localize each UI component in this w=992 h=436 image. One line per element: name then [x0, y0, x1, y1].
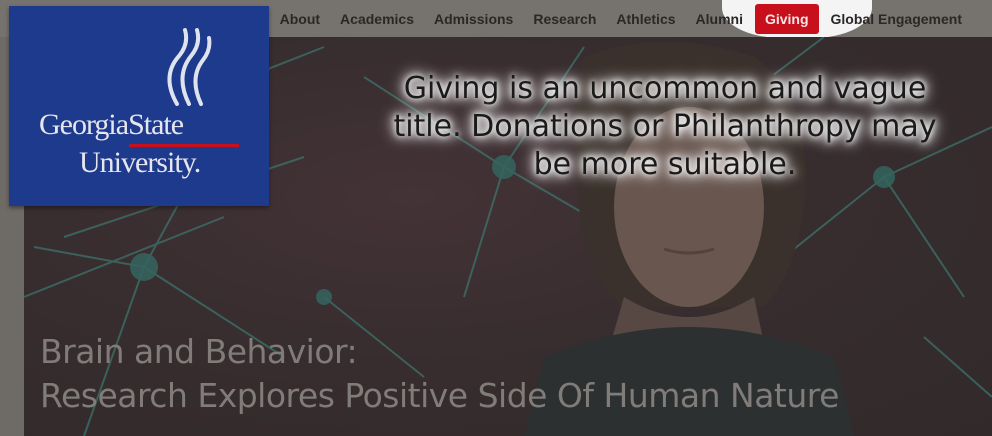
logo-wordmark-line2: University. — [79, 146, 201, 179]
annotation-line: title. Donations or Philanthropy may — [393, 109, 937, 144]
annotation-line: Giving is an uncommon and vague — [403, 71, 927, 106]
logo-wordmark-line1: GeorgiaState — [39, 108, 184, 141]
headline-title: Brain and Behavior: — [40, 332, 358, 371]
nav-about[interactable]: About — [270, 4, 330, 34]
nav-giving[interactable]: Giving — [754, 4, 819, 34]
nav-research[interactable]: Research — [523, 4, 606, 34]
nav-alumni[interactable]: Alumni — [686, 4, 753, 34]
nav-athletics[interactable]: Athletics — [606, 4, 685, 34]
nav-global-engagement[interactable]: Global Engagement — [821, 4, 972, 34]
hero-headline[interactable]: Brain and Behavior: Research Explores Po… — [40, 330, 839, 418]
usability-annotation: Giving is an uncommon and vague title. D… — [340, 70, 990, 184]
main-nav: About Academics Admissions Research Athl… — [270, 4, 972, 34]
university-logo[interactable]: GeorgiaState University. — [9, 6, 269, 206]
annotation-line: be more suitable. — [533, 147, 797, 182]
flame-icon — [167, 28, 212, 106]
nav-academics[interactable]: Academics — [330, 4, 424, 34]
nav-admissions[interactable]: Admissions — [424, 4, 523, 34]
headline-subtitle: Research Explores Positive Side Of Human… — [40, 376, 839, 415]
